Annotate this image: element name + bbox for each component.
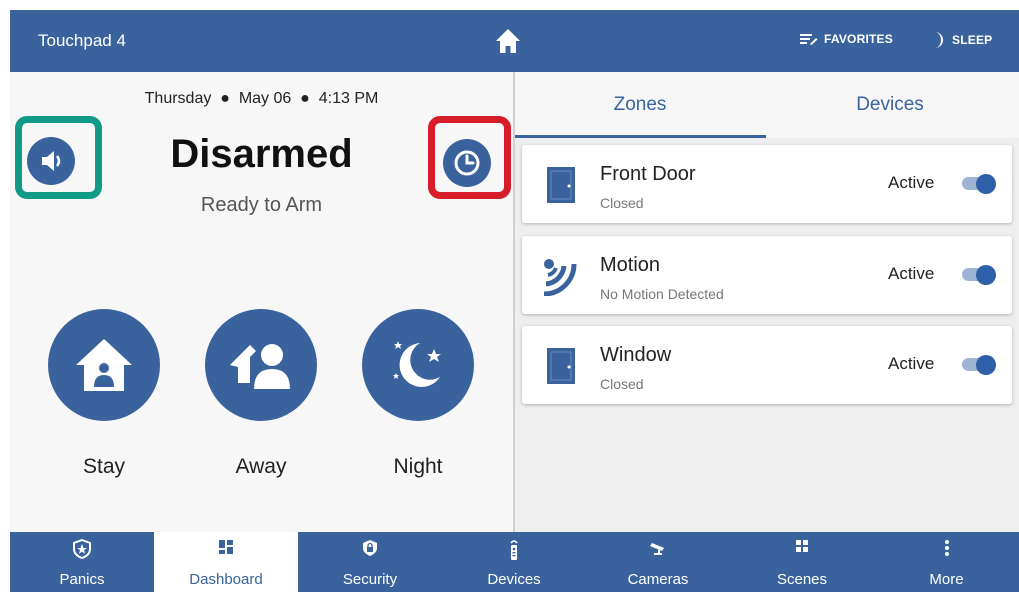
zone-card[interactable]: Window Closed Active [522, 326, 1012, 404]
nav-more[interactable]: More [874, 532, 1019, 592]
zone-status: No Motion Detected [600, 286, 724, 302]
zone-toggle[interactable] [962, 265, 996, 285]
panel-title: Touchpad 4 [38, 31, 126, 50]
zone-status: Closed [600, 376, 644, 392]
separator-dot: ● [295, 90, 315, 107]
nav-label: Scenes [776, 571, 828, 588]
zone-name: Motion [600, 254, 661, 276]
toggle-knob [976, 174, 996, 194]
stay-home-icon [76, 339, 132, 391]
time-text: 4:13 PM [318, 90, 379, 107]
tab-devices[interactable]: Devices [765, 72, 1015, 138]
zone-state: Active [888, 173, 935, 192]
tab-bar: Zones Devices [515, 72, 1019, 138]
arm-stay-button[interactable]: Stay [48, 309, 160, 479]
nav-cameras[interactable]: Cameras [586, 532, 730, 592]
separator-dot: ● [215, 90, 235, 107]
more-vertical-icon [944, 540, 949, 556]
window-icon [547, 348, 575, 384]
nav-panics[interactable]: Panics [10, 532, 154, 592]
zone-state: Active [888, 354, 935, 373]
remote-icon [510, 540, 518, 560]
nav-label: Devices [487, 571, 541, 588]
top-bar: Touchpad 4 FAVORITES SLEEP [10, 10, 1019, 72]
zone-card[interactable]: Motion No Motion Detected Active [522, 236, 1012, 314]
bottom-nav: Panics Dashboard Security Devices Camera… [10, 532, 1019, 592]
sleep-label: SLEEP [952, 33, 993, 47]
nav-label: Dashboard [189, 571, 263, 588]
stay-label: Stay [82, 455, 126, 478]
volume-highlight-box [15, 116, 102, 199]
arm-night-button[interactable]: Night [362, 309, 474, 479]
nav-label: Panics [59, 571, 105, 588]
arm-away-button[interactable]: Away [205, 309, 317, 479]
scenes-icon [796, 540, 808, 552]
night-disc[interactable] [362, 309, 474, 421]
away-people-icon [230, 344, 290, 389]
zone-status: Closed [600, 195, 644, 211]
stay-disc[interactable] [48, 309, 160, 421]
nav-dashboard[interactable]: Dashboard [154, 532, 298, 592]
nav-scenes[interactable]: Scenes [730, 532, 874, 592]
favorites-icon [800, 34, 818, 45]
motion-sensor-icon [543, 259, 577, 296]
active-tab-indicator [515, 135, 766, 138]
nav-devices[interactable]: Devices [442, 532, 586, 592]
moon-icon [935, 32, 943, 48]
favorites-label: FAVORITES [824, 32, 893, 46]
door-icon [547, 167, 575, 203]
nav-label: More [929, 571, 964, 588]
sleep-button[interactable]: SLEEP [932, 32, 992, 48]
camera-icon [650, 543, 664, 555]
zone-name: Window [600, 344, 672, 366]
date-time: Thursday ● May 06 ● 4:13 PM [10, 90, 513, 108]
zone-state: Active [888, 264, 935, 283]
toggle-knob [976, 355, 996, 375]
home-icon[interactable] [493, 26, 523, 56]
favorites-button[interactable]: FAVORITES [800, 32, 893, 46]
dashboard-icon [219, 540, 233, 554]
shield-star-icon [73, 539, 91, 559]
day-text: Thursday [144, 90, 212, 107]
zone-toggle[interactable] [962, 355, 996, 375]
zone-card[interactable]: Front Door Closed Active [522, 145, 1012, 223]
nav-security[interactable]: Security [298, 532, 442, 592]
zones-panel: Zones Devices Front Door Closed Active M… [515, 72, 1019, 532]
zone-name: Front Door [600, 163, 696, 185]
night-label: Night [393, 455, 443, 478]
nav-label: Security [342, 571, 398, 588]
tab-zones[interactable]: Zones [515, 72, 765, 138]
nav-label: Cameras [627, 571, 689, 588]
away-disc[interactable] [205, 309, 317, 421]
zone-toggle[interactable] [962, 174, 996, 194]
date-text: May 06 [238, 90, 292, 107]
away-label: Away [235, 455, 287, 478]
schedule-highlight-box [428, 116, 511, 199]
toggle-knob [976, 265, 996, 285]
security-shield-icon [363, 540, 377, 556]
night-moon-icon [393, 341, 441, 387]
